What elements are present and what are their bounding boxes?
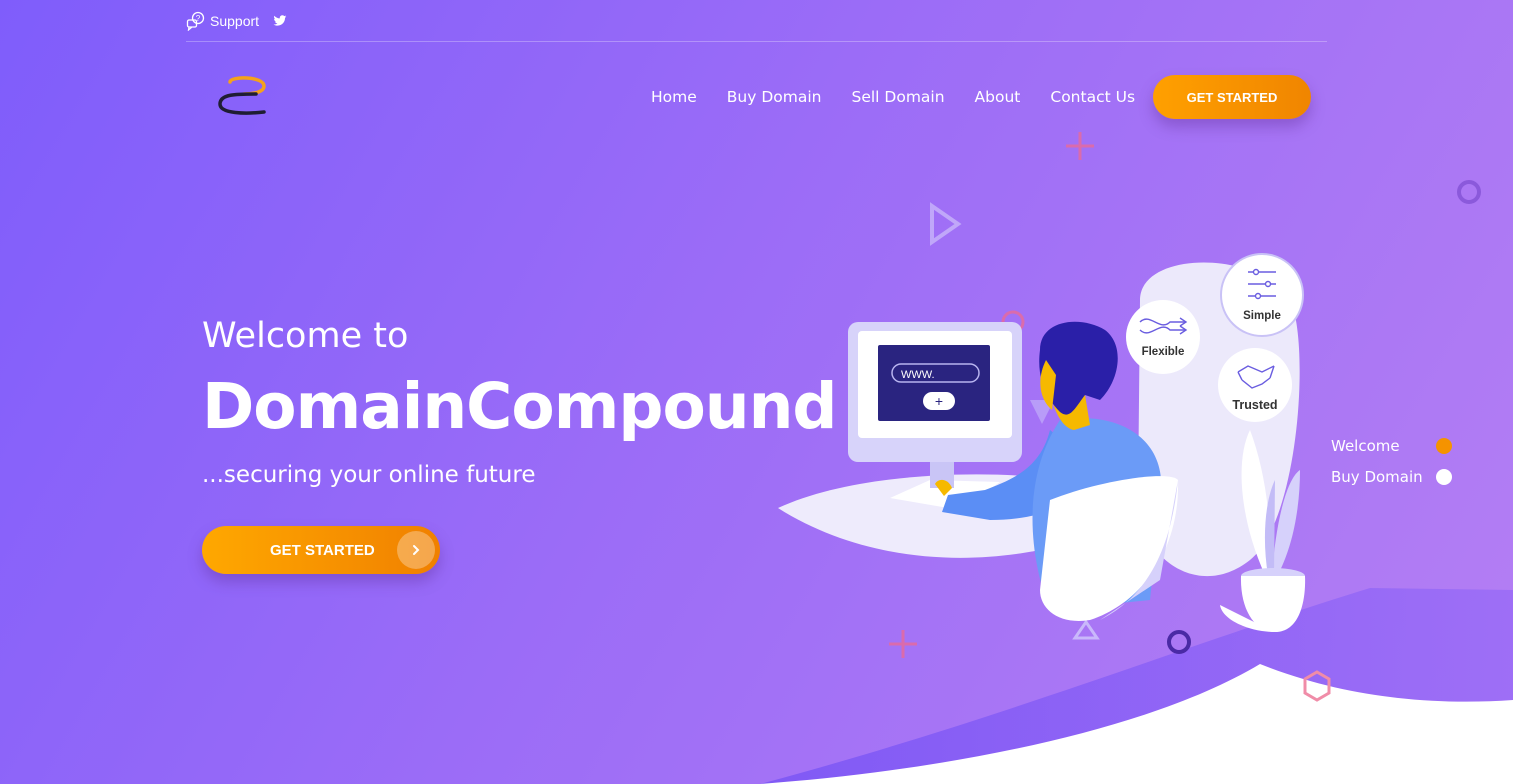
play-triangle-icon (930, 202, 962, 246)
hero-get-started-label: GET STARTED (270, 541, 375, 559)
hero-tagline: ...securing your online future (202, 462, 536, 488)
feature-flexible-label: Flexible (1142, 346, 1185, 358)
feature-trusted-label: Trusted (1232, 398, 1277, 412)
plus-icon (1066, 132, 1094, 160)
side-nav-welcome[interactable]: Welcome (1331, 430, 1452, 461)
feature-simple-label: Simple (1243, 310, 1281, 322)
screen-www-text: WWW. (901, 369, 935, 381)
plus-icon (889, 630, 917, 658)
side-nav-buy-domain[interactable]: Buy Domain (1331, 461, 1452, 492)
feature-flexible: Flexible (1126, 300, 1200, 374)
hexagon-icon (1303, 670, 1331, 702)
hero-get-started-button[interactable]: GET STARTED (202, 526, 440, 574)
side-nav-buy-domain-label: Buy Domain (1331, 467, 1423, 486)
chevron-right-icon (397, 531, 435, 569)
section-side-nav: Welcome Buy Domain (1331, 430, 1452, 492)
feature-simple: Simple (1220, 253, 1304, 337)
ring-icon (1167, 630, 1191, 654)
svg-text:+: + (935, 393, 943, 409)
hero-title: DomainCompound (202, 370, 838, 443)
side-nav-dot[interactable] (1436, 468, 1452, 485)
feature-trusted: Trusted (1218, 348, 1292, 422)
triangle-icon (1072, 619, 1100, 640)
side-nav-active-dot[interactable] (1436, 437, 1452, 454)
ring-icon (1457, 180, 1481, 204)
side-nav-welcome-label: Welcome (1331, 436, 1400, 455)
hero-pre-title: Welcome to (202, 316, 409, 356)
